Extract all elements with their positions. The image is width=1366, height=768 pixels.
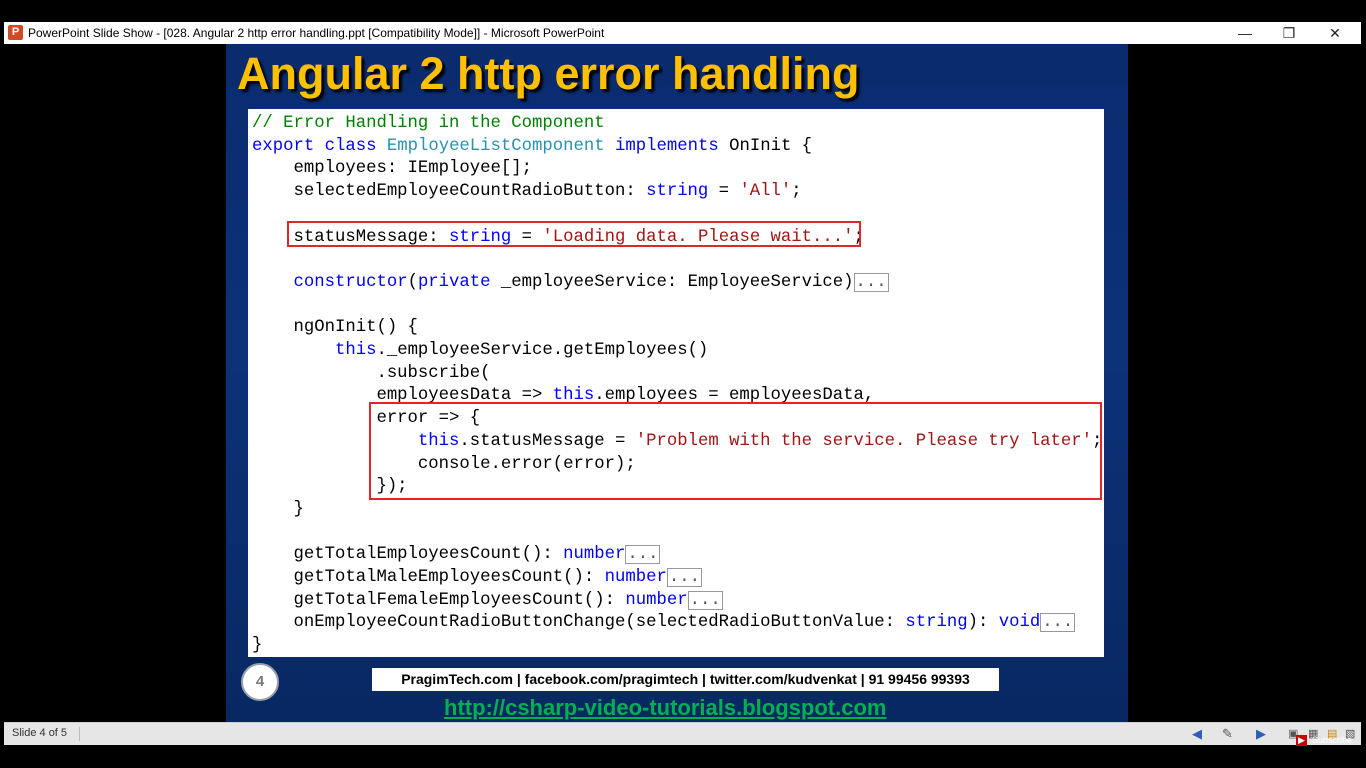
code-keyword: string xyxy=(646,182,709,202)
code-keyword: void xyxy=(998,613,1041,633)
youtube-icon: ▶ xyxy=(1296,735,1307,746)
slide-title: Angular 2 http error handling xyxy=(237,48,860,99)
blog-link[interactable]: http://csharp-video-tutorials.blogspot.c… xyxy=(444,695,886,721)
powerpoint-icon: P xyxy=(8,25,23,40)
status-bar: Slide 4 of 5 ◀ ✎ ▶ ▣ ▦ ▤ ▧ xyxy=(4,722,1361,745)
code-text: selectedEmployeeCountRadioButton: xyxy=(252,182,647,202)
code-comment: // Error Handling in the Component xyxy=(252,114,605,133)
code-string: 'All' xyxy=(739,182,792,202)
notes-icon[interactable]: ✎ xyxy=(1222,726,1233,742)
code-keyword: constructor xyxy=(293,272,408,292)
code-keyword: private xyxy=(417,272,491,292)
code-box: // Error Handling in the Component expor… xyxy=(248,109,1104,657)
code-text: } xyxy=(252,636,263,656)
code-keyword: export xyxy=(252,136,315,156)
subscribe-watermark[interactable]: Subscribe xyxy=(1312,735,1352,746)
code-text: _employeeService: EmployeeService) xyxy=(490,272,854,292)
contact-banner: PragimTech.com | facebook.com/pragimtech… xyxy=(372,668,999,691)
code-text: getTotalEmployeesCount(): xyxy=(252,545,564,565)
slide-number-badge: 4 xyxy=(241,663,279,701)
code-text: ngOnInit() { xyxy=(252,318,418,338)
code-text: ; xyxy=(791,182,802,202)
code-text: getTotalFemaleEmployeesCount(): xyxy=(252,590,626,610)
code-text: ._employeeService.getEmployees() xyxy=(376,341,709,361)
code-text: = xyxy=(708,182,740,202)
code-type: EmployeeListComponent xyxy=(386,136,605,156)
collapsed-region-marker[interactable]: ... xyxy=(687,590,723,610)
code-keyword: class xyxy=(324,136,377,156)
collapsed-region-marker[interactable]: ... xyxy=(853,272,889,292)
code-text: .subscribe( xyxy=(252,363,491,383)
code-text: OnInit { xyxy=(718,136,813,156)
slide[interactable]: Angular 2 http error handling // Error H… xyxy=(226,44,1128,722)
close-button[interactable]: ✕ xyxy=(1313,22,1357,44)
status-separator xyxy=(79,727,80,741)
collapsed-region-marker[interactable]: ... xyxy=(625,545,661,565)
code-text: getTotalMaleEmployeesCount(): xyxy=(252,568,605,588)
code-text: ( xyxy=(407,272,418,292)
code-keyword: number xyxy=(625,590,688,610)
code-keyword: string xyxy=(905,613,968,633)
code-text: employees: IEmployee[]; xyxy=(252,159,533,179)
collapsed-region-marker[interactable]: ... xyxy=(666,568,702,588)
code-text: onEmployeeCountRadioButtonChange(selecte… xyxy=(252,613,906,633)
window-title: PowerPoint Slide Show - [028. Angular 2 … xyxy=(28,26,605,40)
code-text: } xyxy=(252,499,304,519)
restore-button[interactable]: ❐ xyxy=(1267,22,1311,44)
code-keyword: implements xyxy=(615,136,719,156)
code-keyword: number xyxy=(604,568,667,588)
slide-indicator: Slide 4 of 5 xyxy=(12,727,68,739)
collapsed-region-marker[interactable]: ... xyxy=(1040,613,1076,633)
highlight-box-error-handler xyxy=(369,402,1102,500)
window-titlebar: P PowerPoint Slide Show - [028. Angular … xyxy=(4,22,1361,44)
code-keyword: number xyxy=(563,545,626,565)
highlight-box-status-message xyxy=(287,221,861,247)
code-block: // Error Handling in the Component expor… xyxy=(252,113,1102,658)
arrow-right-icon[interactable]: ▶ xyxy=(1256,726,1266,742)
code-keyword: this xyxy=(334,341,377,361)
minimize-button[interactable]: — xyxy=(1223,22,1267,44)
code-text: ): xyxy=(967,613,999,633)
arrow-left-icon[interactable]: ◀ xyxy=(1192,726,1202,742)
